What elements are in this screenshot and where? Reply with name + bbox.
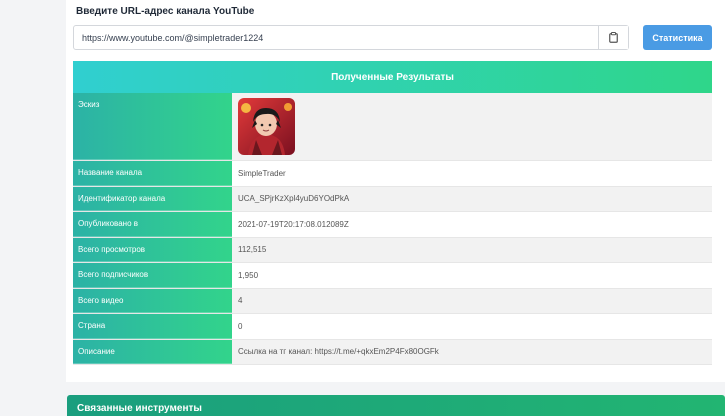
results-table: Полученные Результаты Эскиз Название кан… [73,61,712,365]
row-label: Всего видео [73,288,232,313]
row-label: Всего просмотров [73,237,232,262]
row-label: Описание [73,339,232,364]
row-label: Эскиз [73,93,232,160]
statistics-button[interactable]: Статистика [643,25,712,50]
row-label: Идентификатор канала [73,186,232,211]
row-value: 1,950 [232,263,712,288]
table-row: Страна 0 [73,314,712,340]
url-input[interactable] [82,26,592,49]
row-value: Ссылка на тг канал: https://t.me/+qkxEm2… [232,339,712,364]
row-value [232,93,712,160]
avatar-image [238,98,295,155]
row-label: Страна [73,314,232,339]
table-row: Всего подписчиков 1,950 [73,263,712,289]
row-value: 112,515 [232,237,712,262]
row-label: Опубликовано в [73,212,232,237]
row-value: UCA_SPjrKzXpl4yuD6YOdPkA [232,186,712,211]
table-row: Идентификатор канала UCA_SPjrKzXpl4yuD6Y… [73,186,712,212]
table-row: Название канала SimpleTrader [73,161,712,187]
clipboard-icon [609,32,618,43]
url-field[interactable] [73,25,629,50]
table-row: Всего видео 4 [73,288,712,314]
table-row: Опубликовано в 2021-07-19T20:17:08.01208… [73,212,712,238]
related-tools-section: Связанные инструменты [67,395,725,416]
related-tools-title: Связанные инструменты [77,403,202,414]
table-row: Всего просмотров 112,515 [73,237,712,263]
row-value: SimpleTrader [232,161,712,186]
row-value: 4 [232,288,712,313]
url-input-label: Введите URL-адрес канала YouTube [76,6,255,17]
channel-thumbnail[interactable] [238,98,295,155]
row-label: Название канала [73,161,232,186]
row-value: 2021-07-19T20:17:08.012089Z [232,212,712,237]
paste-button[interactable] [598,26,628,49]
results-title: Полученные Результаты [73,61,712,93]
row-label: Всего подписчиков [73,263,232,288]
table-row: Описание Ссылка на тг канал: https://t.m… [73,339,712,365]
table-row-thumbnail: Эскиз [73,93,712,161]
row-value: 0 [232,314,712,339]
